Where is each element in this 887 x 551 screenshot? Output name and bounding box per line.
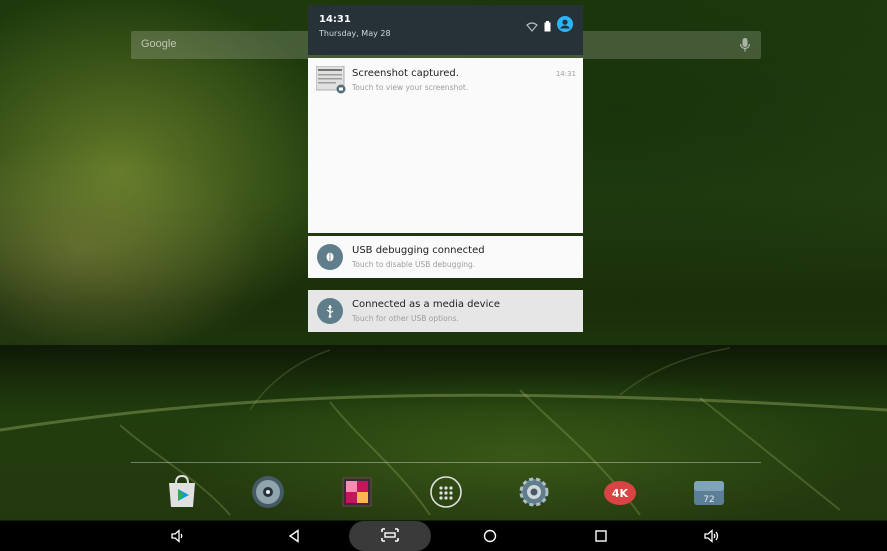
volume-down-icon[interactable] [163,521,193,551]
notification-spacer [308,278,583,290]
notification-subtitle: Touch to disable USB debugging. [352,260,476,269]
screenshot-button[interactable] [349,521,431,551]
notification-title: USB debugging connected [352,245,485,256]
dock-divider [131,462,761,463]
app-drawer-icon[interactable] [427,473,465,511]
recents-icon[interactable] [586,521,616,551]
date: Thursday, May 28 [319,29,391,38]
screenshot-icon [381,527,399,546]
4k-label: 4K [612,487,629,500]
navigation-bar [0,521,887,551]
wifi-icon [526,17,538,36]
notification-subtitle: Touch to view your screenshot. [352,83,469,92]
notification-shade: 14:31 Thursday, May 28 Screenshot captur… [308,5,583,332]
bug-icon [317,244,343,270]
gallery-icon[interactable] [338,473,376,511]
mic-icon[interactable] [739,37,751,53]
usb-icon [317,298,343,324]
settings-gear-icon[interactable] [515,473,553,511]
svg-text:72: 72 [703,495,714,505]
status-icons [526,16,573,36]
notification-time: 14:31 [555,70,576,78]
volume-up-icon[interactable] [697,521,727,551]
notification-subtitle: Touch for other USB options. [352,314,459,323]
music-disc-icon[interactable] [249,473,287,511]
android-screen: Google 14:31 Thursday, May 28 Screenshot… [0,0,887,551]
weather-icon[interactable]: 72 [690,473,728,511]
notification-screenshot[interactable]: Screenshot captured. Touch to view your … [308,58,583,233]
home-icon[interactable] [475,521,505,551]
notification-usb-debugging[interactable]: USB debugging connected Touch to disable… [308,236,583,278]
play-store-icon[interactable] [163,473,201,511]
4k-player-icon[interactable]: 4K [601,473,639,511]
battery-icon [544,17,551,36]
notification-title: Screenshot captured. [352,68,459,79]
search-label: Google [141,38,177,50]
shade-header[interactable]: 14:31 Thursday, May 28 [308,5,583,55]
notification-title: Connected as a media device [352,299,501,310]
clock: 14:31 [319,14,351,25]
notification-media-device[interactable]: Connected as a media device Touch for ot… [308,290,583,332]
screenshot-thumbnail [315,65,346,94]
back-icon[interactable] [279,521,309,551]
account-icon[interactable] [557,16,573,36]
